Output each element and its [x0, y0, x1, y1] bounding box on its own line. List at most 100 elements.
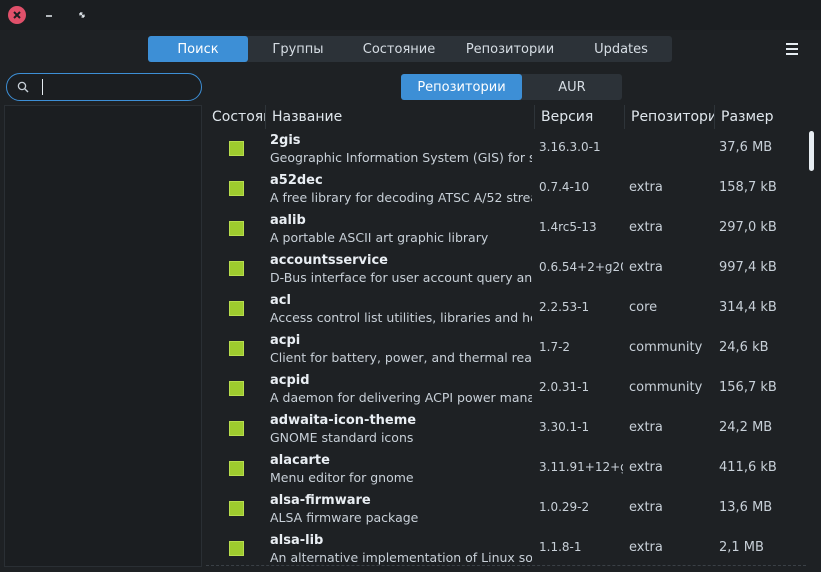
installed-status-icon[interactable]	[229, 501, 244, 516]
table-header: Состояние Название Версия Репозиторий Ра…	[206, 105, 806, 129]
package-description: A portable ASCII art graphic library	[270, 230, 489, 245]
text-cursor	[42, 79, 43, 95]
table-body: 2gis Geographic Information System (GIS) …	[206, 129, 806, 567]
package-size: 13,6 MB	[719, 500, 773, 515]
package-version: 3.16.3.0-1	[539, 140, 601, 154]
package-description: ALSA firmware package	[270, 510, 419, 525]
main-tabs: Поиск Группы Состояние Репозитории Updat…	[148, 36, 672, 62]
hamburger-menu-icon[interactable]	[783, 40, 801, 58]
table-row[interactable]: aalib A portable ASCII art graphic librar…	[206, 209, 806, 249]
scrollbar[interactable]	[806, 105, 818, 567]
table-row[interactable]: acpi Client for battery, power, and therm…	[206, 329, 806, 369]
package-table: Состояние Название Версия Репозиторий Ра…	[206, 105, 806, 567]
installed-status-icon[interactable]	[229, 301, 244, 316]
package-version: 0.7.4-10	[539, 180, 590, 194]
scrollbar-thumb[interactable]	[809, 131, 814, 171]
table-row[interactable]: 2gis Geographic Information System (GIS) …	[206, 129, 806, 169]
table-bottom-border	[206, 565, 806, 566]
close-icon[interactable]	[8, 6, 26, 24]
package-size: 997,4 kB	[719, 260, 777, 275]
package-version: 2.2.53-1	[539, 300, 590, 314]
tab-source-repositories[interactable]: Репозитории	[401, 74, 522, 100]
title-bar	[0, 0, 821, 30]
package-name: adwaita-icon-theme	[270, 413, 417, 428]
sidebar-list[interactable]	[4, 105, 202, 567]
table-row[interactable]: acl Access control list utilities, librar…	[206, 289, 806, 329]
package-size: 24,2 MB	[719, 420, 773, 435]
package-size: 156,7 kB	[719, 380, 777, 395]
source-tabs: Репозитории AUR	[401, 74, 622, 100]
package-description: D-Bus interface for user account query a…	[270, 270, 532, 285]
search-input[interactable]	[35, 80, 201, 94]
table-row[interactable]: accountsservice D-Bus interface for user …	[206, 249, 806, 289]
table-row[interactable]: alsa-lib An alternative implementation of…	[206, 529, 806, 567]
package-description: Menu editor for gnome	[270, 470, 414, 485]
package-repository: extra	[629, 180, 663, 195]
package-name: acpi	[270, 333, 301, 348]
package-size: 2,1 MB	[719, 540, 764, 555]
package-repository: extra	[629, 220, 663, 235]
package-repository: extra	[629, 540, 663, 555]
installed-status-icon[interactable]	[229, 421, 244, 436]
column-header-status[interactable]: Состояние	[206, 105, 266, 129]
installed-status-icon[interactable]	[229, 381, 244, 396]
package-version: 3.11.91+12+g1bl	[539, 460, 623, 474]
package-repository: extra	[629, 500, 663, 515]
installed-status-icon[interactable]	[229, 461, 244, 476]
tab-search[interactable]: Поиск	[148, 36, 248, 62]
package-name: aalib	[270, 213, 306, 228]
package-size: 297,0 kB	[719, 220, 777, 235]
minimize-icon[interactable]	[40, 6, 58, 24]
package-name: a52dec	[270, 173, 323, 188]
package-name: acl	[270, 293, 291, 308]
package-repository: core	[629, 300, 658, 315]
maximize-icon[interactable]	[73, 6, 91, 24]
package-description: An alternative implementation of Linux s…	[270, 550, 532, 565]
tab-groups[interactable]: Группы	[248, 36, 348, 62]
table-row[interactable]: alsa-firmware ALSA firmware package 1.0.29…	[206, 489, 806, 529]
tab-source-aur[interactable]: AUR	[522, 74, 622, 100]
package-name: acpid	[270, 373, 310, 388]
package-size: 24,6 kB	[719, 340, 769, 355]
package-version: 1.7-2	[539, 340, 571, 354]
package-name: alsa-firmware	[270, 493, 371, 508]
column-header-repo[interactable]: Репозиторий	[625, 105, 715, 129]
package-name: accountsservice	[270, 253, 388, 268]
package-repository: extra	[629, 420, 663, 435]
package-name: alsa-lib	[270, 533, 324, 548]
installed-status-icon[interactable]	[229, 221, 244, 236]
package-description: A daemon for delivering ACPI power mana	[270, 390, 532, 405]
table-row[interactable]: adwaita-icon-theme GNOME standard icons 3.…	[206, 409, 806, 449]
table-row[interactable]: a52dec A free library for decoding ATSC A…	[206, 169, 806, 209]
package-version: 1.1.8-1	[539, 540, 582, 554]
installed-status-icon[interactable]	[229, 341, 244, 356]
package-repository: extra	[629, 460, 663, 475]
installed-status-icon[interactable]	[229, 181, 244, 196]
tab-updates[interactable]: Updates	[570, 36, 672, 62]
package-description: Client for battery, power, and thermal r…	[270, 350, 532, 365]
tab-repositories[interactable]: Репозитории	[450, 36, 570, 62]
package-version: 3.30.1-1	[539, 420, 590, 434]
package-version: 0.6.54+2+g20	[539, 260, 623, 274]
table-row[interactable]: acpid A daemon for delivering ACPI power …	[206, 369, 806, 409]
package-size: 37,6 MB	[719, 140, 773, 155]
package-description: Geographic Information System (GIS) for …	[270, 150, 532, 165]
package-name: alacarte	[270, 453, 330, 468]
table-row[interactable]: alacarte Menu editor for gnome 3.11.91+12+…	[206, 449, 806, 489]
package-size: 411,6 kB	[719, 460, 777, 475]
package-repository: community	[629, 340, 703, 355]
column-header-size[interactable]: Размер	[715, 105, 806, 129]
package-version: 1.0.29-2	[539, 500, 590, 514]
tab-status[interactable]: Состояние	[348, 36, 450, 62]
installed-status-icon[interactable]	[229, 541, 244, 556]
package-version: 2.0.31-1	[539, 380, 590, 394]
search-box[interactable]	[6, 73, 202, 101]
column-header-version[interactable]: Версия	[535, 105, 625, 129]
column-header-name[interactable]: Название	[266, 105, 535, 129]
package-version: 1.4rc5-13	[539, 220, 597, 234]
installed-status-icon[interactable]	[229, 261, 244, 276]
installed-status-icon[interactable]	[229, 141, 244, 156]
package-description: Access control list utilities, libraries…	[270, 310, 532, 325]
search-icon	[17, 81, 29, 93]
package-description: GNOME standard icons	[270, 430, 414, 445]
